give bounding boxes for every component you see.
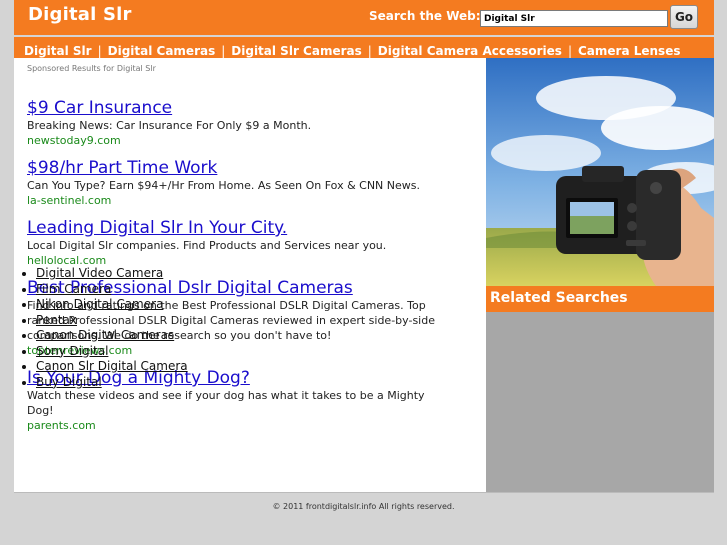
related-link[interactable]: Digital Video Camera [36, 266, 163, 280]
nav-link[interactable]: Digital Camera Accessories [378, 44, 562, 58]
nav-item-camera-lenses[interactable]: Camera Lenses [578, 44, 681, 58]
ad-url[interactable]: la-sentinel.com [27, 193, 447, 208]
ad-description: Breaking News: Car Insurance For Only $9… [27, 119, 312, 132]
hero-camera-image [486, 58, 714, 286]
related-item: Film Camera [36, 282, 188, 298]
copyright-text: © 2011 frontdigitalslr.info All rights r… [272, 502, 455, 511]
nav-separator: | [221, 44, 226, 58]
related-searches-title: Related Searches [490, 290, 628, 306]
sponsored-label: Sponsored Results for Digital Slr [27, 64, 156, 73]
nav-item-digital-slr-cameras[interactable]: Digital Slr Cameras [231, 44, 361, 58]
related-link[interactable]: Canon Digital Cameras [36, 328, 174, 342]
related-link[interactable]: Nikon Digital Camera [36, 297, 163, 311]
related-link[interactable]: Buy Digital [36, 375, 102, 389]
related-link[interactable]: Film Camera [36, 282, 111, 296]
nav-separator: | [97, 44, 102, 58]
related-searches-list: Digital Video Camera Film Camera Nikon D… [36, 266, 188, 390]
ad-item: Leading Digital Slr In Your City. Local … [27, 218, 447, 268]
search-input[interactable] [480, 10, 668, 27]
nav-link[interactable]: Camera Lenses [578, 44, 681, 58]
nav-item-digital-slr[interactable]: Digital Slr [24, 44, 92, 58]
related-link[interactable]: Pentax [36, 313, 77, 327]
page: Digital Slr Search the Web: Go Digital S… [0, 0, 727, 545]
hero-illustration [486, 58, 714, 286]
site-title: Digital Slr [28, 4, 132, 25]
go-button[interactable]: Go [670, 5, 698, 29]
header-bar: Digital Slr Search the Web: Go [14, 0, 714, 35]
ad-description: Watch these videos and see if your dog h… [27, 389, 425, 417]
ad-url[interactable]: parents.com [27, 418, 447, 433]
nav-list: Digital Slr | Digital Cameras | Digital Slr … [24, 40, 680, 59]
related-item: Buy Digital [36, 375, 188, 391]
ad-item: $9 Car Insurance Breaking News: Car Insu… [27, 98, 447, 148]
footer-divider [14, 492, 714, 493]
related-link[interactable]: Sony Digital [36, 344, 108, 358]
ad-description: Local Digital Slr companies. Find Produc… [27, 239, 387, 252]
ad-title-link[interactable]: Leading Digital Slr In Your City. [27, 218, 447, 238]
nav-link[interactable]: Digital Cameras [108, 44, 216, 58]
search-label: Search the Web: [369, 9, 481, 23]
nav-item-digital-cameras[interactable]: Digital Cameras [108, 44, 216, 58]
related-item: Pentax [36, 313, 188, 329]
ad-description: Can You Type? Earn $94+/Hr From Home. As… [27, 179, 420, 192]
ad-title-link[interactable]: $9 Car Insurance [27, 98, 447, 118]
nav-separator: | [367, 44, 372, 58]
nav-item-digital-camera-accessories[interactable]: Digital Camera Accessories [378, 44, 562, 58]
ad-item: $98/hr Part Time Work Can You Type? Earn… [27, 158, 447, 208]
related-item: Canon Slr Digital Camera [36, 359, 188, 375]
related-item: Nikon Digital Camera [36, 297, 188, 313]
related-searches-header: Related Searches [486, 286, 714, 312]
related-item: Digital Video Camera [36, 266, 188, 282]
right-column: Related Searches [486, 58, 714, 492]
nav-link[interactable]: Digital Slr [24, 44, 92, 58]
ad-url[interactable]: newstoday9.com [27, 133, 447, 148]
related-link[interactable]: Canon Slr Digital Camera [36, 359, 188, 373]
ad-title-link[interactable]: $98/hr Part Time Work [27, 158, 447, 178]
related-item: Sony Digital [36, 344, 188, 360]
nav-separator: | [567, 44, 572, 58]
related-item: Canon Digital Cameras [36, 328, 188, 344]
nav-link[interactable]: Digital Slr Cameras [231, 44, 361, 58]
nav-bar: Digital Slr | Digital Cameras | Digital Slr … [14, 37, 714, 58]
